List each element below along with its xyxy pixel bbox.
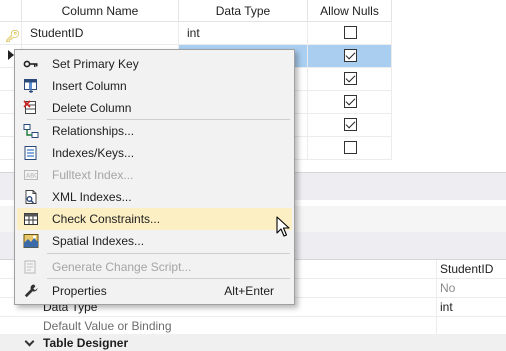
property-divider	[436, 298, 437, 317]
allow-nulls-cell[interactable]	[308, 114, 392, 136]
property-name: Default Value or Binding	[43, 319, 172, 333]
property-divider	[436, 260, 437, 279]
xml-icon	[23, 189, 39, 205]
allow-nulls-checkbox[interactable]	[344, 95, 357, 108]
menu-item-label: XML Indexes...	[52, 190, 132, 204]
menu-item-indexes-keys[interactable]: Indexes/Keys...	[17, 142, 292, 164]
context-menu: Set Primary Key Insert Column Delete Col…	[14, 49, 295, 305]
property-category-table-designer[interactable]: Table Designer	[0, 334, 506, 351]
menu-item-properties[interactable]: Properties Alt+Enter	[17, 280, 292, 302]
data-type-header[interactable]: Data Type	[179, 0, 308, 22]
menu-item-label: Relationships...	[52, 124, 135, 138]
menu-item-generate-change-script[interactable]: Generate Change Script...	[17, 256, 292, 278]
menu-item-label: Insert Column	[52, 79, 127, 93]
menu-item-label: Indexes/Keys...	[52, 146, 135, 160]
allow-nulls-checkbox[interactable]	[344, 141, 357, 154]
chevron-down-icon[interactable]	[24, 336, 35, 347]
menu-item-label: Spatial Indexes...	[52, 234, 145, 248]
spatial-icon	[23, 233, 39, 249]
menu-item-label: Generate Change Script...	[52, 260, 192, 274]
data-type-cell[interactable]: int	[179, 22, 308, 44]
property-divider	[436, 279, 437, 298]
indexes-icon	[23, 145, 39, 161]
primary-key-icon: 🔑︎	[5, 29, 21, 43]
relationships-icon	[23, 123, 39, 139]
allow-nulls-checkbox[interactable]	[344, 118, 357, 131]
allow-nulls-header[interactable]: Allow Nulls	[308, 0, 392, 22]
allow-nulls-cell[interactable]	[308, 91, 392, 113]
allow-nulls-cell[interactable]	[308, 68, 392, 90]
check-constraints-icon	[23, 211, 39, 227]
allow-nulls-checkbox[interactable]	[344, 49, 357, 62]
menu-item-xml-indexes[interactable]: XML Indexes...	[17, 186, 292, 208]
menu-item-delete-column[interactable]: Delete Column	[17, 97, 292, 119]
script-icon	[23, 259, 39, 275]
category-title: Table Designer	[43, 336, 129, 350]
insert-column-icon	[23, 78, 39, 94]
menu-item-label: Set Primary Key	[52, 57, 139, 71]
grid-header: Column Name Data Type Allow Nulls	[0, 0, 392, 22]
menu-item-check-constraints[interactable]: Check Constraints...	[17, 208, 292, 230]
menu-item-fulltext-index[interactable]: ABC Fulltext Index...	[17, 164, 292, 186]
table-row[interactable]: 🔑︎ StudentID int	[0, 22, 392, 45]
svg-text:ABC: ABC	[26, 173, 38, 180]
key-icon	[23, 56, 39, 72]
row-selector[interactable]: 🔑︎	[0, 22, 22, 44]
menu-item-label: Delete Column	[52, 101, 132, 115]
menu-item-shortcut: Alt+Enter	[224, 284, 274, 298]
menu-item-label: Fulltext Index...	[52, 168, 134, 182]
menu-separator	[47, 253, 290, 254]
row-selector-header	[0, 0, 22, 22]
allow-nulls-checkbox[interactable]	[344, 72, 357, 85]
allow-nulls-cell[interactable]	[308, 45, 392, 67]
property-value[interactable]: int	[440, 300, 453, 314]
allow-nulls-cell[interactable]	[308, 137, 392, 159]
mouse-cursor-icon	[276, 216, 290, 241]
menu-item-label: Check Constraints...	[52, 212, 161, 226]
property-value[interactable]: No	[440, 281, 455, 295]
menu-item-insert-column[interactable]: Insert Column	[17, 75, 292, 97]
column-name-cell[interactable]: StudentID	[22, 22, 179, 44]
menu-item-set-primary-key[interactable]: Set Primary Key	[17, 53, 292, 75]
delete-column-icon	[23, 100, 39, 116]
menu-item-label: Properties	[52, 284, 107, 298]
column-name-header[interactable]: Column Name	[22, 0, 179, 22]
fulltext-icon: ABC	[23, 167, 39, 183]
wrench-icon	[23, 283, 39, 299]
menu-separator	[47, 278, 290, 279]
allow-nulls-cell[interactable]	[308, 22, 392, 44]
menu-item-relationships[interactable]: Relationships...	[17, 120, 292, 142]
property-value[interactable]: StudentID	[440, 262, 493, 276]
allow-nulls-checkbox[interactable]	[344, 26, 357, 39]
menu-item-spatial-indexes[interactable]: Spatial Indexes...	[17, 230, 292, 252]
